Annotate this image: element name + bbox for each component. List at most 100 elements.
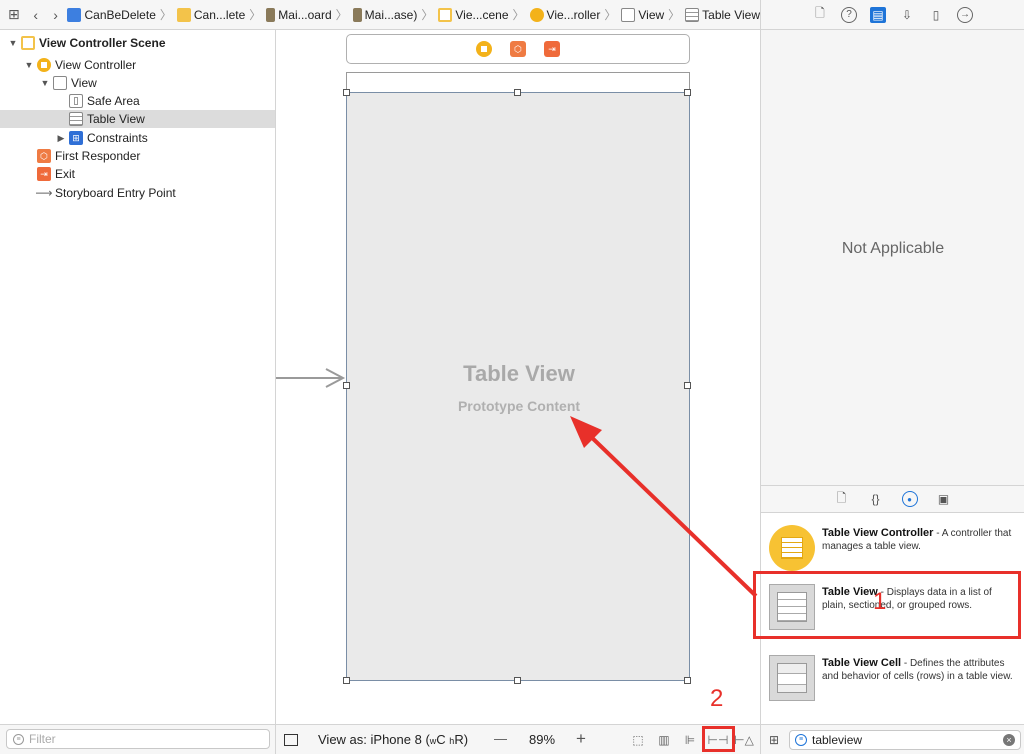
breadcrumb-table-view[interactable]: Table View [681,0,760,30]
storyboard-canvas[interactable]: ⬡ ⇥ Table View Prototype Content [276,30,760,724]
forward-chevron-icon[interactable]: › [48,5,64,25]
annotation-label-1: 1 [873,588,887,615]
update-frames-icon[interactable]: ⬚ [630,732,646,748]
exit-icon[interactable]: ⇥ [544,41,560,57]
scene-icon [21,36,35,50]
filter-icon: ≡ [795,734,807,746]
back-chevron-icon[interactable]: ‹ [28,5,44,25]
scene-dock: ⬡ ⇥ [346,34,690,64]
annotation-box-constraints [702,726,735,752]
identity-inspector-icon[interactable]: ▤ [870,6,886,23]
outline-item-view-controller-scene[interactable]: ▼ View Controller Scene [0,34,275,52]
outline-item-exit[interactable]: ⇥ Exit [0,165,275,183]
storyboard-icon [266,7,276,22]
disclosure-triangle-open-icon[interactable]: ▼ [8,38,18,48]
library-tab-bar: 🗋 {} ● ▣ [760,485,1024,513]
jump-bar: ⊞ ‹ › CanBeDelete 〉 Can...lete 〉 Mai...o… [0,0,760,30]
breadcrumb-view-controller[interactable]: Vie...roller 〉 [526,0,618,30]
exit-icon: ⇥ [37,167,51,181]
breadcrumb-separator-icon: 〉 [512,8,525,22]
toggle-outline-icon[interactable] [284,734,298,746]
view-icon [53,76,67,90]
storyboard-icon [352,7,362,22]
breadcrumb-separator-icon: 〉 [335,8,348,22]
entry-point-arrow-icon: ⟶ [35,186,53,200]
folder-icon [176,7,191,22]
outline-item-safe-area[interactable]: Safe Area [0,92,275,110]
disclosure-triangle-open-icon[interactable]: ▼ [40,78,50,88]
breadcrumb-separator-icon: 〉 [604,8,617,22]
library-item-table-view-cell[interactable]: Table View Cell - Defines the attributes… [761,647,1024,705]
file-inspector-icon[interactable]: 🗋 [812,6,828,23]
zoom-level[interactable]: 89% [529,732,555,747]
breadcrumb-view[interactable]: View 〉 [617,0,681,30]
annotation-arrow-icon [570,416,758,598]
breadcrumb-folder[interactable]: Can...lete 〉 [173,0,262,30]
outline-item-storyboard-entry-point[interactable]: ⟶ Storyboard Entry Point [0,184,275,202]
resize-handle-top[interactable] [514,89,521,96]
embed-in-stack-icon[interactable]: ▥ [656,732,672,748]
first-responder-icon[interactable]: ⬡ [510,41,526,57]
breadcrumb-separator-icon: 〉 [421,8,434,22]
media-library-icon[interactable]: ▣ [936,491,952,507]
help-inspector-icon[interactable]: ? [841,6,857,23]
clear-search-icon[interactable]: × [1003,734,1015,746]
annotation-label-2: 2 [710,685,724,712]
outline-item-first-responder[interactable]: ⬡ First Responder [0,147,275,165]
library-search-input[interactable]: ≡ tableview × [789,730,1021,750]
file-template-library-icon[interactable]: 🗋 [834,491,850,507]
resize-handle-right[interactable] [684,382,691,389]
size-inspector-icon[interactable]: ▯ [928,7,944,23]
object-library-icon[interactable]: ● [901,491,918,507]
breadcrumb-scene[interactable]: Vie...cene 〉 [434,0,525,30]
table-view-icon [685,7,700,22]
not-applicable-message: Not Applicable [841,240,945,257]
zoom-out-button[interactable]: — [494,731,507,746]
breadcrumb-project[interactable]: CanBeDelete 〉 [63,0,172,30]
project-icon [67,7,82,22]
connections-inspector-icon[interactable]: → [957,6,973,23]
first-responder-icon: ⬡ [37,149,51,163]
view-controller-icon[interactable] [476,41,492,57]
outline-item-constraints[interactable]: ▶ ⊞ Constraints [0,129,275,147]
table-view-cell-icon [769,655,815,701]
disclosure-triangle-closed-icon[interactable]: ▶ [56,133,66,144]
resize-handle-left[interactable] [343,382,350,389]
table-view-controller-icon [769,525,815,571]
constraints-icon: ⊞ [69,131,83,145]
document-outline: ▼ View Controller Scene ▼ View Controlle… [0,30,276,724]
outline-item-view[interactable]: ▼ View [0,74,275,92]
outline-filter-input[interactable]: ≡ Filter [6,729,270,749]
breadcrumb-storyboard-base[interactable]: Mai...ase) 〉 [349,0,435,30]
breadcrumb-separator-icon: 〉 [249,8,262,22]
outline-filter-bar: ≡ Filter [0,724,276,754]
resize-handle-bottom[interactable] [514,677,521,684]
view-icon [621,7,636,22]
align-icon[interactable]: ⊫ [682,732,698,748]
safe-area-icon [69,94,83,108]
attributes-inspector-icon[interactable]: ⇩ [899,7,915,23]
table-view-icon [69,112,83,126]
breadcrumb-storyboard[interactable]: Mai...oard 〉 [262,0,348,30]
scene-icon [438,7,453,22]
storyboard-entry-arrow-icon[interactable] [276,368,346,388]
resolve-autolayout-icon[interactable]: ⊢△ [734,732,754,748]
related-items-grid-icon[interactable]: ⊞ [6,5,22,25]
code-snippet-library-icon[interactable]: {} [868,491,884,507]
library-grid-view-icon[interactable]: ⊞ [769,733,779,747]
outline-item-table-view[interactable]: Table View [0,110,275,128]
filter-icon: ≡ [13,733,24,745]
inspector-tab-bar: 🗋 ? ▤ ⇩ ▯ → [760,0,1024,30]
resize-handle-top-left[interactable] [343,89,350,96]
zoom-in-button[interactable]: + [576,729,586,749]
resize-handle-top-right[interactable] [684,89,691,96]
resize-handle-bottom-left[interactable] [343,677,350,684]
library-item-table-view-controller[interactable]: Table View Controller - A controller tha… [761,517,1024,575]
view-controller-icon [529,7,544,22]
resize-handle-bottom-right[interactable] [684,677,691,684]
inspector-pane: Not Applicable [760,30,1024,485]
outline-item-view-controller[interactable]: ▼ View Controller [0,56,275,74]
view-as-device-button[interactable]: View as: iPhone 8 (wC hR) [318,732,468,747]
breadcrumb-separator-icon: 〉 [668,8,681,22]
disclosure-triangle-open-icon[interactable]: ▼ [24,60,34,70]
